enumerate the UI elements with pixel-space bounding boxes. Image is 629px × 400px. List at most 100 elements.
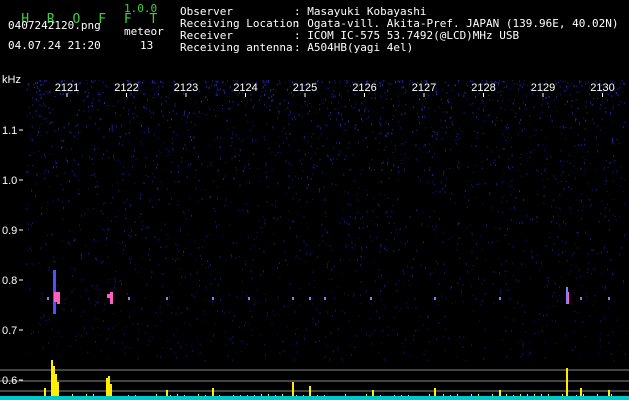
noise-pixel — [574, 346, 576, 349]
noise-pixel — [265, 80, 267, 82]
noise-pixel — [329, 245, 331, 247]
noise-pixel — [177, 341, 179, 344]
noise-pixel — [338, 112, 340, 115]
noise-pixel — [305, 261, 307, 263]
noise-pixel — [392, 330, 394, 331]
noise-pixel — [492, 271, 494, 273]
noise-pixel — [608, 229, 610, 232]
noise-pixel — [458, 80, 460, 81]
noise-pixel — [395, 228, 397, 231]
noise-pixel — [143, 93, 145, 96]
noise-pixel — [417, 329, 419, 331]
noise-pixel — [586, 296, 588, 298]
noise-pixel — [545, 137, 547, 139]
noise-pixel — [92, 98, 94, 101]
noise-pixel — [508, 166, 509, 169]
noise-pixel — [371, 123, 372, 126]
noise-pixel — [47, 91, 49, 94]
noise-pixel — [585, 119, 587, 122]
noise-pixel — [466, 98, 468, 100]
noise-pixel — [612, 137, 614, 140]
noise-pixel — [566, 259, 568, 262]
power-spike — [499, 390, 501, 396]
noise-pixel — [158, 85, 160, 88]
noise-pixel — [214, 210, 216, 213]
noise-pixel — [538, 332, 540, 334]
noise-pixel — [530, 136, 531, 138]
noise-pixel — [183, 114, 185, 117]
power-noise — [541, 394, 542, 396]
noise-pixel — [408, 284, 410, 286]
noise-pixel — [368, 110, 370, 113]
noise-pixel — [519, 190, 521, 193]
noise-pixel — [398, 248, 400, 251]
noise-pixel — [458, 162, 460, 165]
noise-pixel — [531, 252, 533, 254]
noise-pixel — [310, 253, 312, 256]
noise-pixel — [520, 154, 522, 155]
noise-pixel — [294, 116, 296, 119]
noise-pixel — [509, 185, 511, 187]
noise-pixel — [343, 130, 345, 132]
noise-pixel — [445, 178, 447, 180]
noise-pixel — [103, 308, 105, 311]
noise-pixel — [580, 354, 582, 356]
noise-pixel — [578, 122, 580, 125]
noise-pixel — [158, 150, 160, 152]
power-spike — [580, 388, 582, 396]
noise-pixel — [65, 160, 67, 162]
noise-pixel — [591, 204, 593, 206]
noise-pixel — [297, 328, 299, 330]
noise-pixel — [104, 102, 105, 105]
noise-pixel — [103, 153, 105, 156]
noise-pixel — [570, 269, 572, 271]
noise-pixel — [449, 288, 451, 290]
noise-pixel — [505, 260, 507, 263]
time-tick-label: 2129 — [531, 82, 555, 94]
noise-pixel — [49, 186, 50, 188]
power-spike — [55, 374, 57, 396]
noise-pixel — [249, 167, 251, 169]
noise-pixel — [553, 175, 555, 177]
noise-pixel — [347, 147, 349, 149]
noise-pixel — [41, 207, 43, 209]
noise-pixel — [555, 320, 557, 323]
noise-pixel — [354, 179, 356, 182]
noise-pixel — [289, 163, 291, 166]
noise-pixel — [379, 81, 381, 84]
noise-pixel — [142, 225, 144, 227]
noise-pixel — [350, 168, 352, 170]
noise-pixel — [503, 173, 505, 175]
noise-pixel — [517, 301, 519, 304]
noise-pixel — [369, 235, 371, 238]
noise-pixel — [123, 97, 125, 98]
power-noise — [177, 394, 178, 396]
noise-pixel — [121, 241, 123, 244]
noise-pixel — [519, 121, 521, 124]
noise-pixel — [207, 165, 209, 167]
noise-pixel — [559, 207, 561, 210]
noise-pixel — [450, 107, 452, 109]
noise-pixel — [581, 210, 583, 212]
noise-pixel — [170, 290, 172, 292]
noise-pixel — [365, 107, 367, 109]
noise-pixel — [331, 93, 333, 95]
noise-pixel — [229, 310, 231, 312]
noise-pixel — [36, 98, 37, 101]
noise-pixel — [324, 355, 326, 358]
noise-pixel — [358, 109, 360, 111]
noise-pixel — [38, 99, 40, 101]
noise-pixel — [405, 338, 407, 341]
noise-pixel — [113, 159, 115, 161]
noise-pixel — [167, 238, 169, 240]
noise-pixel — [351, 246, 353, 249]
noise-pixel — [168, 150, 170, 152]
noise-pixel — [321, 99, 323, 101]
noise-pixel — [388, 222, 390, 224]
noise-pixel — [330, 332, 332, 335]
noise-pixel — [316, 256, 318, 259]
noise-pixel — [294, 333, 296, 336]
noise-pixel — [31, 332, 33, 335]
noise-pixel — [596, 136, 597, 139]
noise-pixel — [330, 292, 332, 294]
